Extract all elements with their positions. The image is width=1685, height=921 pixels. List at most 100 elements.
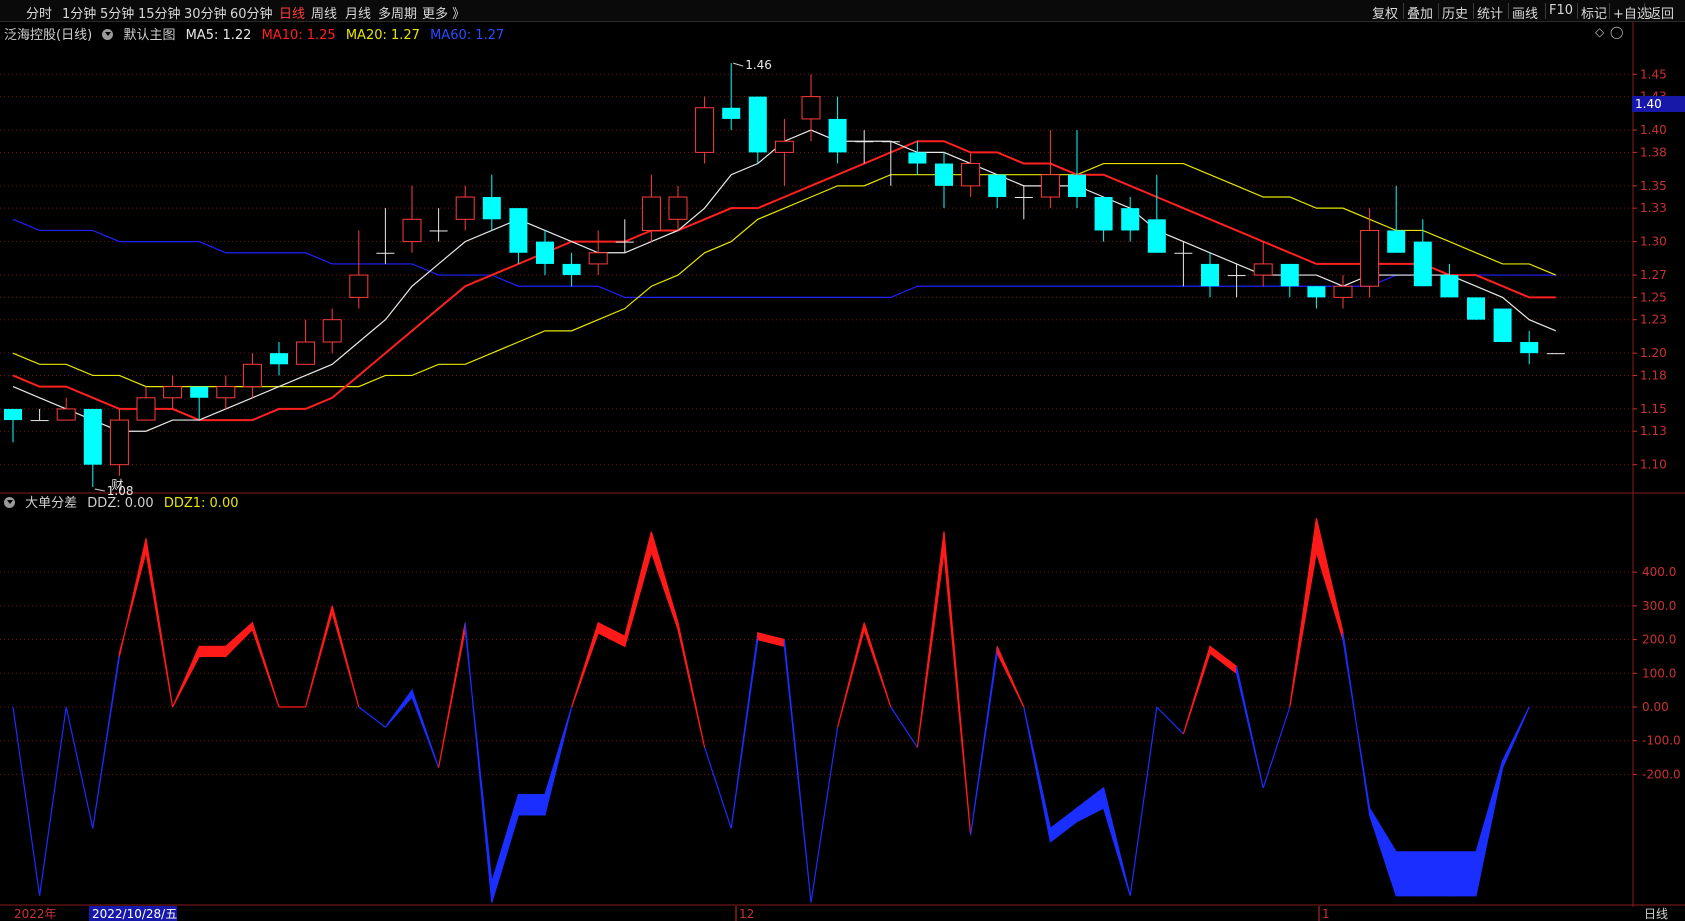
ddz-segment	[943, 531, 972, 836]
candle-body	[1546, 353, 1565, 355]
indicator-name[interactable]: 大单分差	[25, 496, 77, 511]
ddz-segment	[331, 605, 360, 708]
candle-body	[748, 96, 767, 153]
candle-body	[1014, 197, 1033, 198]
current-price-tag: 1.40	[1632, 96, 1685, 112]
price-tick-label: 1.25	[1640, 290, 1667, 304]
ddz-segment	[411, 689, 440, 768]
month-label: 12	[739, 907, 754, 921]
toolbar-button[interactable]: 历史	[1442, 3, 1468, 22]
candle-body	[242, 363, 262, 388]
candle-body	[774, 140, 794, 153]
candle-body	[1253, 263, 1273, 276]
ma60-value: MA60: 1.27	[430, 28, 505, 43]
toolbar-button[interactable]: F10	[1549, 3, 1573, 18]
candle-body	[801, 96, 821, 120]
toolbar-separator	[1545, 3, 1546, 19]
candle-body	[349, 274, 369, 298]
candle-body	[988, 174, 1007, 197]
main-template-label[interactable]: 默认主图	[123, 28, 175, 43]
ddz-segment	[890, 706, 918, 748]
ddz-segment	[65, 706, 94, 829]
ddz-segment	[145, 538, 174, 708]
period-tab[interactable]: 日线	[279, 3, 305, 22]
toolbar-separator	[1609, 3, 1610, 19]
period-tab[interactable]: 60分钟	[230, 3, 273, 22]
candle-body	[1068, 174, 1086, 197]
candle-body	[56, 408, 76, 421]
toolbar-separator	[1438, 3, 1439, 19]
ddz-segment	[1235, 666, 1264, 789]
indicator-tick-label: 0.00	[1642, 700, 1669, 714]
period-tab[interactable]: 15分钟	[138, 3, 181, 22]
price-tick-label: 1.20	[1640, 346, 1667, 360]
price-tick-label: 1.23	[1640, 313, 1667, 327]
period-tab[interactable]: 5分钟	[100, 3, 134, 22]
dropdown-circle-icon[interactable]	[102, 29, 114, 40]
period-label: 日线	[1644, 907, 1668, 921]
candle-body	[1413, 241, 1432, 287]
candle-body	[935, 163, 953, 186]
candle-body	[376, 252, 395, 254]
price-tick-label: 1.35	[1640, 179, 1667, 193]
period-toolbar: 分时 1分钟 5分钟 15分钟 30分钟 60分钟 日线 周线 月线 多周期 更多 》 复权 叠加 历史统…	[0, 0, 1685, 22]
high-label: 1.46	[745, 58, 772, 72]
toolbar-button[interactable]: 统计	[1477, 3, 1503, 22]
ddz-segment	[464, 622, 493, 903]
period-tab[interactable]: 多周期	[378, 3, 417, 22]
candle-body	[1094, 197, 1113, 231]
candle-body	[908, 152, 927, 164]
candle-body	[695, 107, 715, 153]
candle-body	[1201, 263, 1219, 287]
candle-body	[1121, 208, 1140, 231]
toolbar-button[interactable]: 标记	[1581, 3, 1607, 22]
candle-body	[536, 241, 554, 264]
candle-body	[1147, 219, 1166, 253]
dropdown-circle-icon[interactable]	[4, 497, 15, 508]
stock-name: 泛海控股(日线)	[4, 28, 93, 43]
price-tick-label: 1.45	[1640, 67, 1667, 81]
ddz-segment	[1368, 805, 1397, 896]
toolbar-button[interactable]: 复权	[1372, 3, 1398, 22]
indicator-tick-label: 300.0	[1642, 599, 1676, 613]
candle-body	[855, 141, 874, 143]
ddz-segment	[1049, 806, 1078, 844]
period-tab[interactable]: 月线	[345, 3, 371, 22]
toolbar-button[interactable]: 叠加	[1407, 3, 1433, 22]
period-tab[interactable]: 周线	[311, 3, 337, 22]
period-tab[interactable]: 1分钟	[62, 3, 96, 22]
toolbar-button[interactable]: 画线	[1512, 3, 1538, 22]
period-tab[interactable]: 30分钟	[184, 3, 227, 22]
candle-body	[1520, 342, 1539, 354]
ddz-segment	[358, 706, 386, 728]
candle-body	[322, 319, 342, 343]
ddz-segment	[39, 706, 67, 896]
ddz-segment	[384, 688, 413, 728]
ddz-segment	[1395, 851, 1424, 897]
high-pointer	[733, 62, 744, 67]
month-label: 1	[1322, 907, 1330, 921]
candle-body	[1440, 275, 1459, 298]
candle-body	[1040, 174, 1060, 198]
circle-icon[interactable]: ◯	[1610, 25, 1623, 39]
diamond-icon[interactable]: ◇	[1595, 25, 1604, 39]
price-tick-label: 1.18	[1640, 368, 1667, 382]
ddz-segment	[172, 646, 200, 708]
candle-body	[641, 196, 661, 231]
candle-body	[1174, 252, 1193, 254]
price-tick-label: 1.27	[1640, 268, 1667, 282]
toolbar-button[interactable]: 返回	[1648, 3, 1674, 22]
candle-body	[163, 386, 183, 399]
ddz-segment	[1262, 706, 1291, 789]
ddz-segment	[1315, 518, 1344, 640]
candle-body	[828, 118, 847, 153]
candle-body	[429, 230, 448, 232]
ddz-segment	[597, 621, 626, 648]
ddz-segment	[757, 632, 786, 648]
period-tab[interactable]: 分时	[26, 3, 52, 22]
period-tab[interactable]: 更多 》	[422, 3, 465, 22]
candle-body	[562, 263, 581, 276]
ddz-segment	[730, 632, 759, 829]
toolbar-separator	[1644, 3, 1645, 19]
stock-chart[interactable]: 1.451.431.401.381.351.331.301.271.251.23…	[0, 22, 1685, 921]
